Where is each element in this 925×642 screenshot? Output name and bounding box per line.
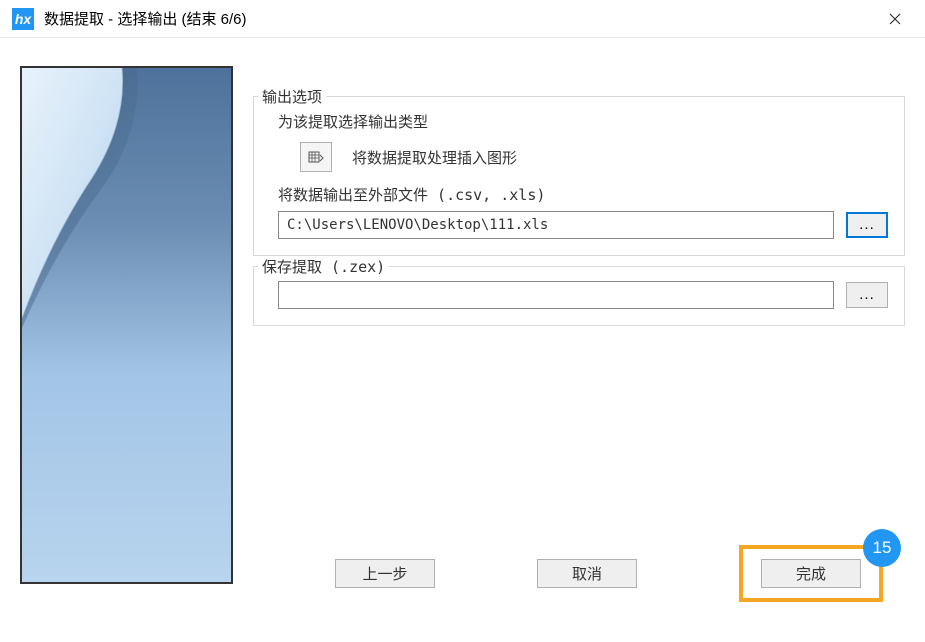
insert-graphic-button[interactable] [300,142,332,172]
back-button[interactable]: 上一步 [335,559,435,588]
preview-panel [20,66,233,584]
browse-file-button[interactable]: ... [846,212,888,238]
zex-path-input[interactable] [278,281,834,309]
main-area: 输出选项 为该提取选择输出类型 将数据提取处理插入图形 [0,38,925,594]
external-file-label: 将数据输出至外部文件 (.csv, .xls) [278,184,888,205]
finish-button[interactable]: 完成 [761,559,861,588]
content-panel: 输出选项 为该提取选择输出类型 将数据提取处理插入图形 [233,66,905,584]
browse-zex-button[interactable]: ... [846,282,888,308]
close-icon [889,13,901,25]
app-icon: hx [12,8,34,30]
output-type-subtitle: 为该提取选择输出类型 [278,111,888,132]
window-title: 数据提取 - 选择输出 (结束 6/6) [44,8,877,29]
file-path-input[interactable] [278,211,834,239]
output-options-label: 输出选项 [258,86,326,107]
footer-buttons: 上一步 取消 完成 15 [260,559,885,602]
save-extract-label: 保存提取 (.zex) [258,256,389,277]
output-options-group: 输出选项 为该提取选择输出类型 将数据提取处理插入图形 [253,96,905,256]
table-insert-icon [308,149,324,165]
file-path-row: ... [278,211,888,239]
page-curl-graphic [22,68,172,348]
titlebar: hx 数据提取 - 选择输出 (结束 6/6) [0,0,925,38]
zex-path-row: ... [278,281,888,309]
insert-action-label: 将数据提取处理插入图形 [352,147,517,168]
save-extract-group: 保存提取 (.zex) ... [253,266,905,326]
cancel-button[interactable]: 取消 [537,559,637,588]
finish-highlight: 完成 15 [739,545,883,602]
close-button[interactable] [877,3,913,35]
step-badge: 15 [863,529,901,567]
insert-action-row: 将数据提取处理插入图形 [300,142,888,172]
